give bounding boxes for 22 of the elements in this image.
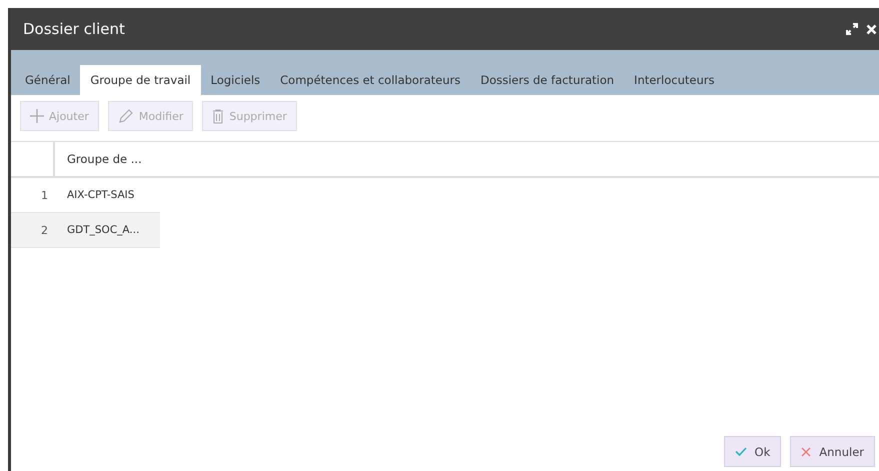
maximize-icon[interactable] [846,23,858,35]
tab[interactable]: Groupe de travail [80,65,201,95]
plus-icon [30,109,44,123]
table-cell-text: GDT_SOC_A... [66,223,140,238]
window-title: Dossier client [23,20,126,38]
table-row[interactable]: 2 GDT_SOC_A... [11,213,160,248]
checkmark-icon [734,447,747,456]
tab[interactable]: Dossiers de facturation [470,65,624,95]
row-number: 2 [40,222,49,238]
close-icon[interactable] [866,24,877,34]
table-cell-text: AIX-CPT-SAIS [66,188,134,203]
pencil-icon [118,108,134,124]
close-icon [801,446,812,456]
row-number: 1 [40,188,49,204]
trash-icon [212,108,224,124]
tab[interactable]: Général [15,65,80,95]
cancel-button[interactable]: Annuler [790,436,875,467]
tab[interactable]: Compétences et collaborateurs [270,65,470,95]
ok-button[interactable]: Ok [724,436,782,467]
column-header[interactable]: Groupe de ... [55,142,142,176]
tab[interactable]: Interlocuteurs [624,65,724,95]
tab[interactable]: Logiciels [200,65,270,95]
